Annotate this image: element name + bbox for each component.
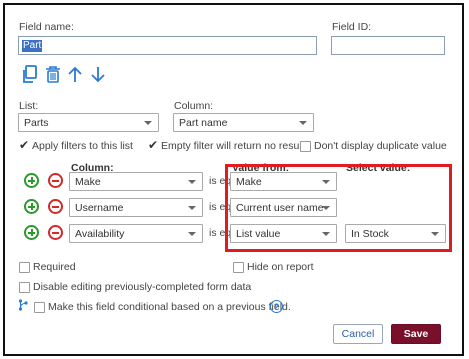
trash-icon[interactable] (45, 66, 61, 83)
filter-column-value: Availability (75, 228, 125, 240)
help-icon[interactable]: ? (270, 300, 283, 313)
hide-on-report-label: Hide on report (247, 261, 314, 273)
filter-column-select[interactable]: Availability (69, 224, 203, 243)
apply-filters-label: Apply filters to this list (32, 140, 133, 152)
filter-column-value: Username (75, 202, 124, 214)
empty-filter-checkbox[interactable]: ✔ (148, 139, 158, 151)
required-checkbox[interactable] (19, 262, 30, 273)
required-label: Required (33, 261, 76, 273)
filter-column-value: Make (75, 176, 101, 188)
field-name-value: Part (22, 40, 43, 52)
list-label: List: (19, 100, 39, 112)
field-name-label: Field name: (19, 21, 74, 33)
remove-filter-button[interactable] (48, 199, 63, 214)
no-duplicates-label: Don't display duplicate value (314, 140, 447, 152)
add-filter-button[interactable] (24, 199, 39, 214)
disable-editing-checkbox[interactable] (19, 282, 30, 293)
column-value: Part name (179, 117, 228, 129)
chevron-down-icon (188, 232, 196, 236)
copy-icon[interactable] (21, 65, 39, 84)
add-filter-button[interactable] (24, 225, 39, 240)
field-name-input[interactable]: Part (18, 36, 317, 55)
disable-editing-label: Disable editing previously-completed for… (33, 281, 252, 293)
save-button[interactable]: Save (391, 324, 441, 344)
cancel-button[interactable]: Cancel (333, 324, 383, 344)
add-filter-button[interactable] (24, 173, 39, 188)
conditional-checkbox[interactable] (34, 302, 45, 313)
filter-column-select[interactable]: Username (69, 198, 203, 217)
chevron-down-icon (188, 180, 196, 184)
branch-icon (18, 299, 28, 311)
no-duplicates-checkbox[interactable] (300, 141, 311, 152)
field-id-label: Field ID: (332, 21, 372, 33)
apply-filters-checkbox[interactable]: ✔ (19, 139, 29, 151)
chevron-down-icon (188, 206, 196, 210)
chevron-down-icon (144, 121, 152, 125)
highlight-box (225, 164, 452, 252)
remove-filter-button[interactable] (48, 173, 63, 188)
arrow-up-icon[interactable] (67, 66, 83, 83)
list-select[interactable]: Parts (18, 113, 159, 132)
arrow-down-icon[interactable] (90, 66, 106, 83)
filter-column-select[interactable]: Make (69, 172, 203, 191)
empty-filter-label: Empty filter will return no results (161, 140, 310, 152)
remove-filter-button[interactable] (48, 225, 63, 240)
column-select[interactable]: Part name (173, 113, 314, 132)
chevron-down-icon (299, 121, 307, 125)
conditional-label: Make this field conditional based on a p… (48, 301, 291, 313)
list-value: Parts (24, 117, 49, 129)
field-id-input[interactable] (331, 36, 445, 55)
hide-on-report-checkbox[interactable] (233, 262, 244, 273)
column-label: Column: (174, 100, 214, 112)
